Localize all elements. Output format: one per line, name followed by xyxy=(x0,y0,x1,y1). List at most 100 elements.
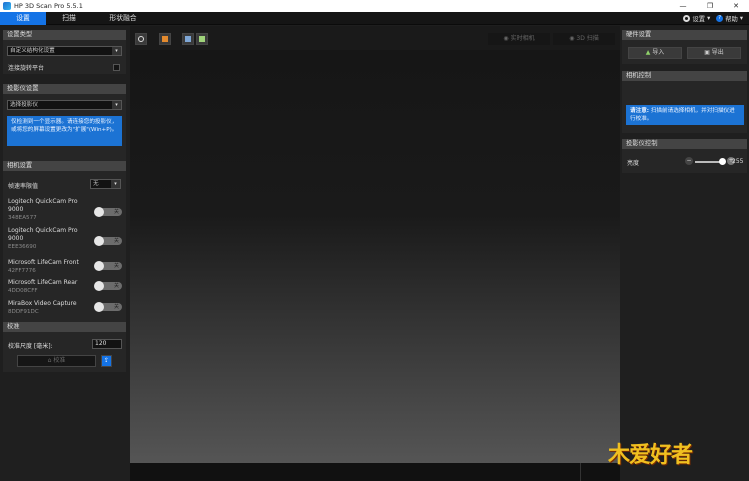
menu-bar: 设置 扫描 形状融合 设置 ▾ ? 帮助 ▾ xyxy=(0,12,749,25)
import-button[interactable]: ▲ 导入 xyxy=(628,47,682,59)
help-icon: ? xyxy=(716,15,724,22)
camera-settings-header: 相机设置 xyxy=(3,161,126,171)
hardware-settings-section: 硬件设置 ▲ 导入 ▣ 导出 xyxy=(622,30,747,64)
export-label: 导出 xyxy=(711,49,724,56)
camera-control-header: 相机控制 xyxy=(622,71,747,81)
status-bar xyxy=(130,463,620,481)
projector-control-header: 投影仪控制 xyxy=(622,139,747,149)
setup-type-section: 设置类型 自定义结构化设置 ▾ 连接旋转平台 xyxy=(3,30,126,74)
chevron-down-icon: ▾ xyxy=(111,180,120,188)
chevron-down-icon: ▾ xyxy=(739,15,743,22)
camera-view-button[interactable] xyxy=(182,33,194,45)
camera-toggle[interactable]: 关 xyxy=(94,281,122,291)
toggle-state: 关 xyxy=(113,238,119,244)
camera-control-section: 相机控制 请注意: 扫描前请选择相机，并对扫描仪进行校准。 xyxy=(622,71,747,133)
camera-name: Microsoft LifeCam Front xyxy=(8,259,79,266)
brightness-value: 255 xyxy=(732,158,744,165)
export-button[interactable]: ▣ 导出 xyxy=(687,47,741,59)
camera-id: 348EA577 xyxy=(8,215,37,221)
calibrate-button[interactable]: ⌂ 校准 xyxy=(17,355,96,367)
setup-type-value: 自定义结构化设置 xyxy=(10,48,55,54)
upload-icon: ⇪ xyxy=(103,357,110,364)
eye-icon: ◉ xyxy=(503,35,511,42)
image-icon xyxy=(162,36,168,42)
turntable-label: 连接旋转平台 xyxy=(8,65,45,72)
projector-info-box: 仅检测到一个显示器。请连接您的投影仪，或将您的屏幕设置更改为"扩展"(Win+P… xyxy=(7,116,122,146)
tab-scan[interactable]: 扫描 xyxy=(46,12,92,25)
camera-id: 8DDF91DC xyxy=(8,309,39,315)
slider-knob[interactable] xyxy=(719,158,727,165)
brightness-slider[interactable] xyxy=(695,158,727,165)
turntable-checkbox[interactable] xyxy=(113,64,120,71)
toggle-state: 关 xyxy=(113,263,119,269)
camera-toggle[interactable]: 关 xyxy=(94,207,122,217)
setup-type-select[interactable]: 自定义结构化设置 ▾ xyxy=(7,46,122,56)
folder-button[interactable] xyxy=(196,33,208,45)
tab-shape-fusion[interactable]: 形状融合 xyxy=(92,12,154,25)
chevron-down-icon: ▾ xyxy=(112,101,121,109)
3d-scan-mode-button[interactable]: ◉ 3D 扫描 xyxy=(553,33,615,45)
camera-name: MiraBox Video Capture xyxy=(8,300,77,307)
brightness-label: 亮度 xyxy=(627,160,640,167)
camera-name: Logitech QuickCam Pro 9000 xyxy=(8,198,78,213)
camera-name: Logitech QuickCam Pro 9000 xyxy=(8,227,78,242)
camera-icon xyxy=(185,36,191,42)
calibration-upload-button[interactable]: ⇪ xyxy=(101,355,112,367)
settings-menu-label: 设置 xyxy=(692,16,706,23)
toggle-knob xyxy=(94,302,104,312)
calibrate-button-label: 校准 xyxy=(53,357,66,364)
camera-toggle[interactable]: 关 xyxy=(94,261,122,271)
calibration-header: 校准 xyxy=(3,322,126,332)
settings-menu[interactable]: 设置 ▾ xyxy=(683,14,710,23)
calibration-size-label: 校准尺度 [毫米]: xyxy=(8,343,53,350)
projector-control-section: 投影仪控制 亮度 − + 255 xyxy=(622,139,747,173)
camera-id: 42FF7776 xyxy=(8,268,36,274)
note-title: 请注意: xyxy=(630,108,650,114)
import-label: 导入 xyxy=(652,49,665,56)
live-camera-label: 实时相机 xyxy=(510,35,535,42)
fps-limit-value: 无 xyxy=(93,181,99,187)
minimize-button[interactable]: — xyxy=(670,0,696,12)
title-bar: HP 3D Scan Pro 5.5.1 — ❐ ✕ xyxy=(0,0,749,12)
toggle-knob xyxy=(94,236,104,246)
projector-select[interactable]: 选择投影仪 ▾ xyxy=(7,100,122,110)
camera-name: Microsoft LifeCam Rear xyxy=(8,279,78,286)
chevron-down-icon: ▾ xyxy=(707,15,711,22)
toggle-state: 关 xyxy=(113,209,119,215)
window-title: HP 3D Scan Pro 5.5.1 xyxy=(14,2,83,10)
fps-limit-select[interactable]: 无 ▾ xyxy=(90,179,121,189)
camera-settings-section: 相机设置 帧速率限值 无 ▾ Logitech QuickCam Pro 900… xyxy=(3,161,126,344)
watermark-logo: 木爱好者 xyxy=(608,442,693,468)
camera-toggle[interactable]: 关 xyxy=(94,236,122,246)
right-panel: 硬件设置 ▲ 导入 ▣ 导出 相机控制 请注意: 扫描前请选择相机，并对扫描仪进… xyxy=(620,26,749,481)
close-button[interactable]: ✕ xyxy=(723,0,749,12)
help-menu[interactable]: ? 帮助 ▾ xyxy=(716,14,743,23)
eye-icon xyxy=(138,36,144,42)
camera-viewport[interactable] xyxy=(130,50,620,463)
3d-scan-label: 3D 扫描 xyxy=(576,35,599,42)
toggle-knob xyxy=(94,207,104,217)
folder-icon xyxy=(199,36,205,42)
snapshot-button[interactable] xyxy=(159,33,171,45)
camera-toggle[interactable]: 关 xyxy=(94,302,122,312)
calibration-section: 校准 校准尺度 [毫米]: 120 ⌂ 校准 ⇪ xyxy=(3,322,126,372)
setup-type-header: 设置类型 xyxy=(3,30,126,40)
live-camera-mode-button[interactable]: ◉ 实时相机 xyxy=(488,33,550,45)
calibration-size-input[interactable]: 120 xyxy=(92,339,122,349)
camera-control-note: 请注意: 扫描前请选择相机，并对扫描仪进行校准。 xyxy=(626,105,744,125)
toggle-state: 关 xyxy=(113,304,119,310)
fps-limit-label: 帧速率限值 xyxy=(8,183,39,190)
center-area: ◉ 实时相机 ◉ 3D 扫描 xyxy=(130,26,620,481)
projector-settings-header: 投影仪设置 xyxy=(3,84,126,94)
toggle-knob xyxy=(94,261,104,271)
app-logo-icon xyxy=(3,2,11,10)
brightness-decrease-button[interactable]: − xyxy=(685,157,693,165)
view-toggle-button[interactable] xyxy=(135,33,147,45)
camera-id: 4DD08CFF xyxy=(8,288,38,294)
maximize-button[interactable]: ❐ xyxy=(697,0,723,12)
hardware-settings-header: 硬件设置 xyxy=(622,30,747,40)
toggle-knob xyxy=(94,281,104,291)
help-menu-label: 帮助 xyxy=(725,16,738,23)
gear-icon xyxy=(683,15,691,22)
tab-settings[interactable]: 设置 xyxy=(0,12,46,25)
